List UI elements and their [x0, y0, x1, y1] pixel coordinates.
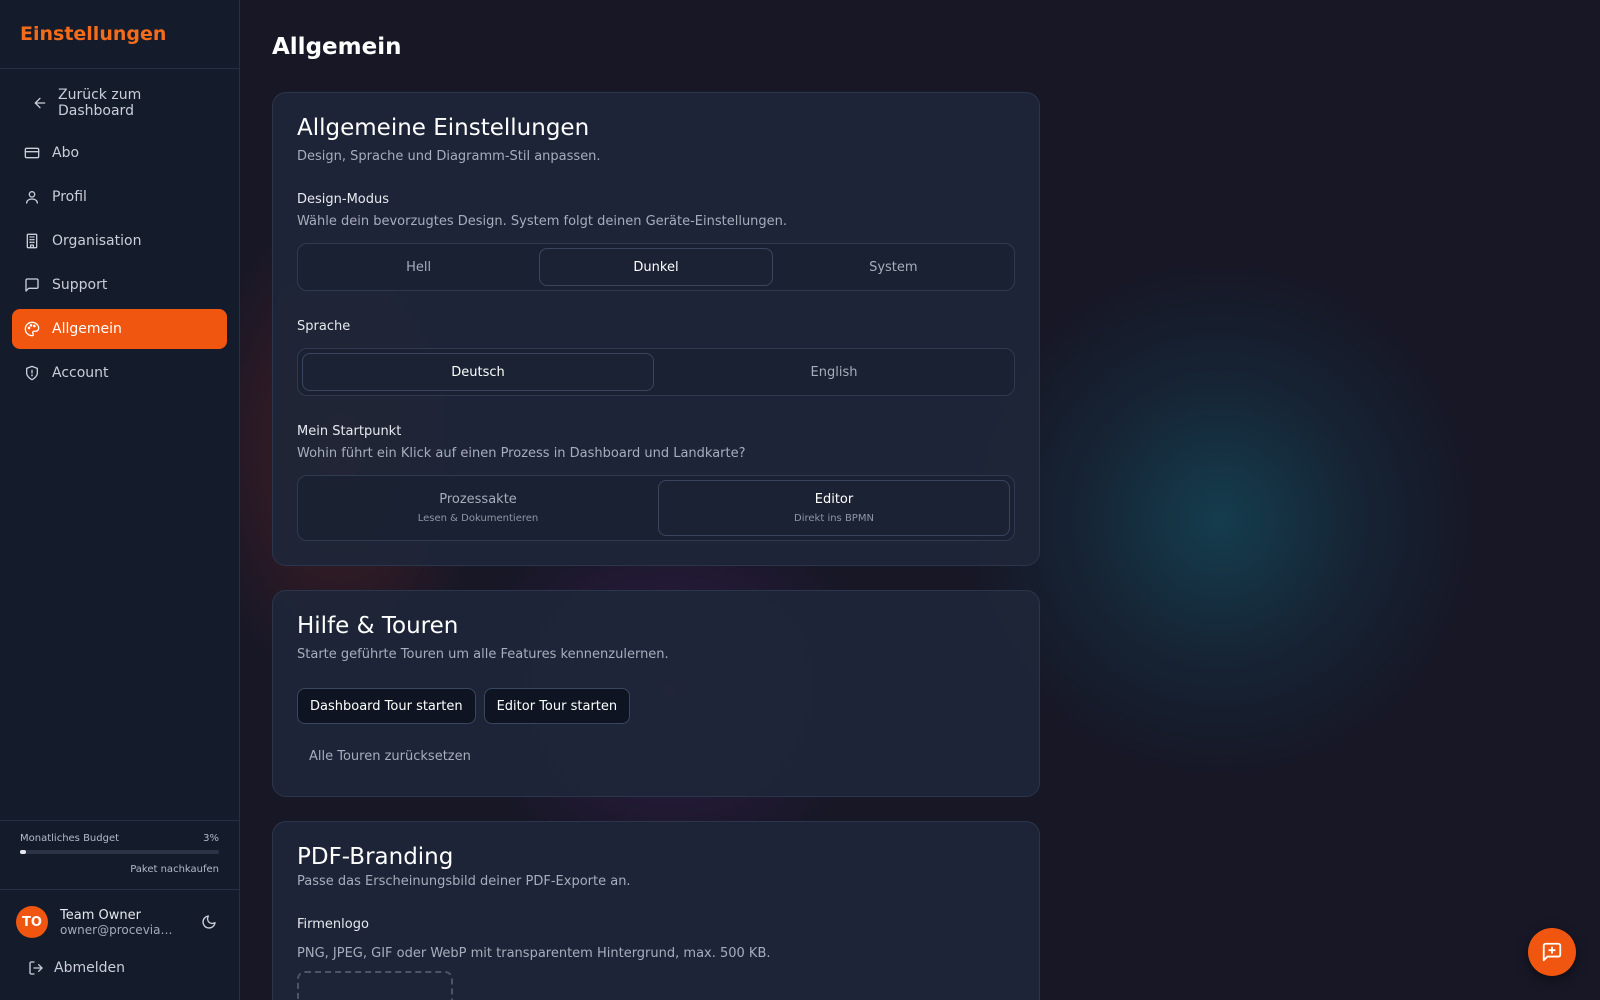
logout-button[interactable]: Abmelden: [12, 950, 227, 986]
dashboard-tour-button[interactable]: Dashboard Tour starten: [297, 688, 476, 724]
reset-tours-button[interactable]: Alle Touren zurücksetzen: [297, 740, 483, 772]
theme-toggle-button[interactable]: [195, 908, 223, 936]
design-mode-option-system[interactable]: System: [777, 248, 1010, 286]
sidebar-item-abo[interactable]: Abo: [12, 133, 227, 173]
option-sublabel: Lesen & Dokumentieren: [417, 513, 539, 524]
back-to-dashboard-label: Zurück zum Dashboard: [58, 87, 142, 119]
editor-tour-button[interactable]: Editor Tour starten: [483, 688, 631, 724]
start-point-option-prozessakte[interactable]: Prozessakte Lesen & Dokumentieren: [302, 480, 654, 536]
sidebar-item-support[interactable]: Support: [12, 265, 227, 305]
arrow-left-icon: [34, 97, 46, 109]
moon-icon: [202, 915, 216, 929]
design-mode-selector: Hell Dunkel System: [297, 243, 1015, 291]
general-settings-card: Allgemeine Einstellungen Design, Sprache…: [272, 92, 1040, 566]
budget-label: Monatliches Budget: [20, 833, 120, 844]
feedback-fab-button[interactable]: [1528, 928, 1576, 976]
sidebar-item-organisation[interactable]: Organisation: [12, 221, 227, 261]
logo-label: Firmenlogo: [297, 917, 369, 932]
sidebar-item-profil[interactable]: Profil: [12, 177, 227, 217]
language-option-english[interactable]: English: [658, 353, 1010, 391]
start-point-selector: Prozessakte Lesen & Dokumentieren Editor…: [297, 475, 1015, 541]
page-title: Allgemein: [272, 34, 402, 60]
user-icon: [26, 191, 38, 204]
design-mode-option-hell[interactable]: Hell: [302, 248, 535, 286]
avatar[interactable]: TO: [16, 906, 48, 938]
design-mode-option-dunkel[interactable]: Dunkel: [539, 248, 773, 286]
logo-dropzone[interactable]: [297, 971, 453, 1000]
language-label: Sprache: [297, 319, 351, 334]
sidebar-item-label: Profil: [52, 189, 87, 205]
logout-label: Abmelden: [54, 960, 125, 976]
log-out-icon: [29, 961, 43, 975]
user-panel: TO Team Owner owner@procevia-te...: [0, 889, 239, 946]
shield-icon: [26, 365, 38, 381]
option-label: Editor: [814, 492, 854, 507]
message-plus-icon: [1542, 942, 1562, 962]
sidebar-item-label: Support: [52, 277, 108, 293]
card-description: Passe das Erscheinungsbild deiner PDF-Ex…: [297, 874, 631, 889]
credit-card-icon: [24, 147, 40, 159]
option-label: Prozessakte: [439, 492, 517, 507]
back-to-dashboard-link[interactable]: Zurück zum Dashboard: [12, 81, 227, 125]
sidebar-item-label: Account: [52, 365, 109, 381]
language-selector: Deutsch English: [297, 348, 1015, 396]
start-point-label: Mein Startpunkt: [297, 424, 402, 439]
buy-package-link[interactable]: Paket nachkaufen: [20, 864, 219, 875]
sidebar-item-account[interactable]: Account: [12, 353, 227, 393]
budget-widget: Monatliches Budget 3% Paket nachkaufen: [0, 820, 239, 889]
start-point-option-editor[interactable]: Editor Direkt ins BPMN: [658, 480, 1010, 536]
design-mode-label: Design-Modus: [297, 192, 390, 207]
sidebar-title: Einstellungen: [0, 0, 239, 69]
card-description: Starte geführte Touren um alle Features …: [297, 647, 669, 662]
user-email: owner@procevia-te...: [60, 922, 176, 937]
sidebar-nav: Abo Profil Organisation Support Allgemei…: [0, 133, 239, 393]
building-icon: [26, 233, 38, 249]
main-content: Allgemein Allgemeine Einstellungen Desig…: [272, 0, 1040, 1000]
logo-hint: PNG, JPEG, GIF oder WebP mit transparent…: [297, 946, 771, 961]
option-sublabel: Direkt ins BPMN: [794, 513, 874, 524]
pdf-branding-card: PDF-Branding Passe das Erscheinungsbild …: [272, 821, 1040, 1000]
sidebar-item-label: Organisation: [52, 233, 142, 249]
design-mode-hint: Wähle dein bevorzugtes Design. System fo…: [297, 214, 788, 229]
palette-icon: [24, 321, 40, 337]
user-name: Team Owner: [60, 907, 141, 923]
card-title: Hilfe & Touren: [297, 613, 459, 639]
budget-progress-fill: [20, 850, 26, 854]
card-description: Design, Sprache und Diagramm-Stil anpass…: [297, 149, 601, 164]
help-tours-card: Hilfe & Touren Starte geführte Touren um…: [272, 590, 1040, 797]
sidebar: Einstellungen Zurück zum Dashboard Abo P…: [0, 0, 240, 1000]
card-title: PDF-Branding: [297, 844, 454, 870]
language-option-deutsch[interactable]: Deutsch: [302, 353, 654, 391]
sidebar-item-label: Allgemein: [52, 321, 122, 337]
card-title: Allgemeine Einstellungen: [297, 115, 590, 141]
sidebar-item-label: Abo: [52, 145, 80, 161]
start-point-hint: Wohin führt ein Klick auf einen Prozess …: [297, 446, 746, 461]
budget-progress-bar: [20, 850, 219, 854]
sidebar-item-allgemein[interactable]: Allgemein: [12, 309, 227, 349]
message-square-icon: [25, 278, 39, 292]
budget-percent: 3%: [203, 833, 219, 844]
